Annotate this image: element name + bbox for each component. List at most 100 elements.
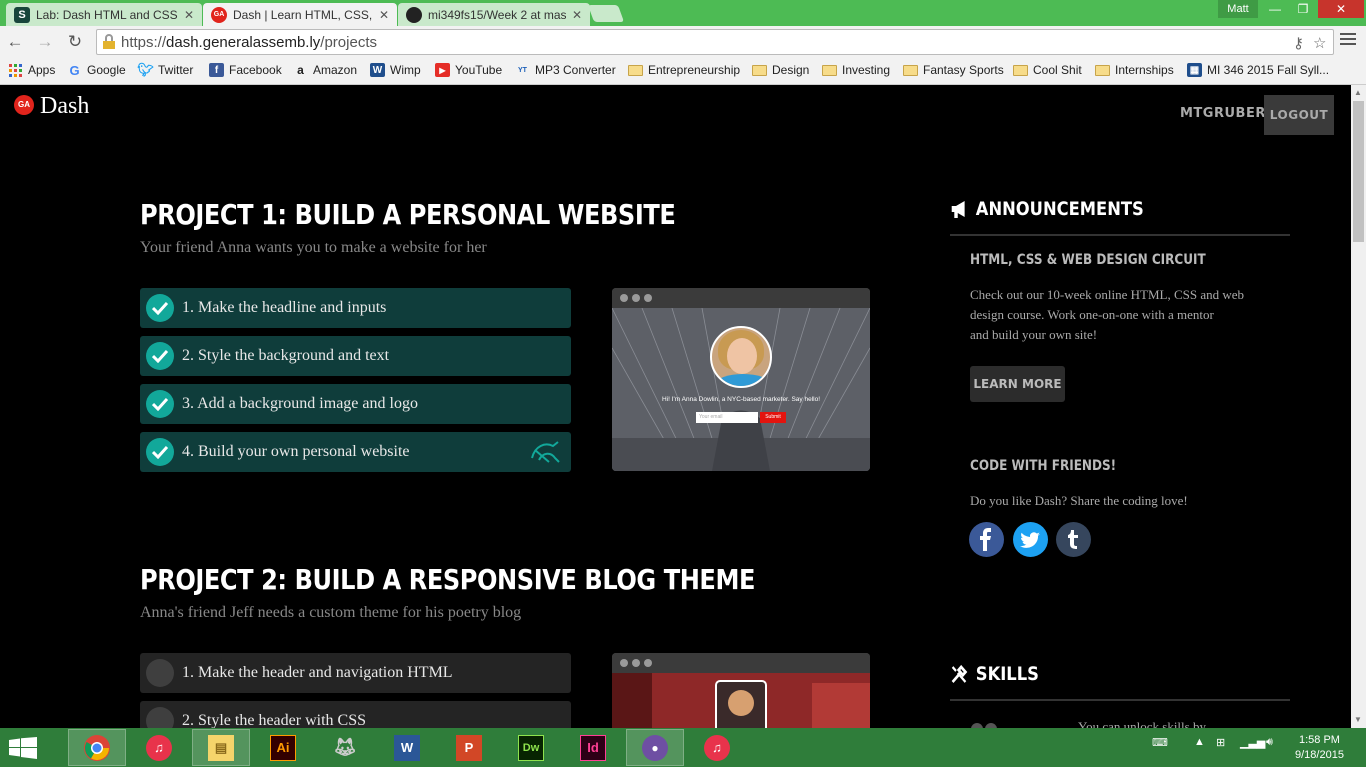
close-icon[interactable]: ✕ (572, 8, 582, 22)
scroll-up-icon[interactable]: ▲ (1354, 88, 1362, 97)
address-bar[interactable]: https://dash.generalassemb.ly/projects ⚷… (96, 29, 1334, 55)
project-1-step-4[interactable]: 4. Build your own personal website (140, 432, 571, 472)
amazon-icon: a (297, 63, 304, 77)
project-1-preview[interactable]: Hi! I'm Anna Dowlin, a NYC-based markete… (612, 288, 870, 471)
bookmark-wimp[interactable]: W Wimp (370, 63, 421, 77)
close-icon[interactable]: ✕ (184, 8, 194, 22)
twitter-icon: 🐦︎ (137, 62, 154, 77)
scroll-thumb[interactable] (1353, 101, 1364, 242)
new-tab-button[interactable] (587, 5, 625, 22)
bookmark-mp3-converter[interactable]: YT MP3 Converter (515, 63, 616, 77)
tab-dash[interactable]: GA Dash | Learn HTML, CSS, J ✕ (203, 3, 397, 26)
bookmark-twitter[interactable]: 🐦︎ Twitter (137, 62, 193, 77)
bookmark-apps[interactable]: Apps (8, 63, 55, 77)
bookmark-folder[interactable]: Design (752, 63, 809, 77)
keyboard-icon[interactable]: ⌨ (1152, 736, 1168, 749)
tab-strip: S Lab: Dash HTML and CSS ✕ GA Dash | Lea… (0, 0, 1366, 26)
taskbar-chrome[interactable] (68, 729, 126, 766)
code-with-friends-heading: CODE WITH FRIENDS! (970, 458, 1117, 474)
key-icon[interactable]: ⚷ (1293, 34, 1304, 52)
project-1-subtitle: Your friend Anna wants you to make a web… (140, 239, 487, 256)
project-1-step-1[interactable]: 1. Make the headline and inputs (140, 288, 571, 328)
show-hidden-icons[interactable]: ▲ (1194, 736, 1205, 748)
minimize-button[interactable]: — (1262, 0, 1288, 18)
bookmark-folder[interactable]: Fantasy Sports (903, 63, 1004, 77)
reload-button[interactable]: ↻ (64, 32, 86, 52)
taskbar-indesign[interactable]: Id (564, 729, 622, 766)
taskbar-file-explorer[interactable]: ▤ (192, 729, 250, 766)
bookmark-amazon[interactable]: a Amazon (293, 63, 357, 77)
username[interactable]: MTGRUBER9 (1180, 106, 1275, 121)
facebook-share-button[interactable] (969, 522, 1004, 557)
taskbar-itunes[interactable]: ♫ (130, 729, 188, 766)
learn-more-button[interactable]: LEARN MORE (970, 366, 1065, 402)
youtube-icon: ▶ (435, 63, 450, 77)
checkmark-icon (146, 390, 174, 418)
announcement-text: Check out our 10-week online HTML, CSS a… (970, 287, 1245, 342)
project-2-subtitle: Anna's friend Jeff needs a custom theme … (140, 604, 522, 621)
browser-toolbar: ← → ↻ https://dash.generalassemb.ly/proj… (0, 26, 1366, 58)
project-1-title: PROJECT 1: BUILD A PERSONAL WEBSITE (140, 198, 676, 231)
close-icon[interactable]: ✕ (379, 8, 389, 22)
project-2-preview[interactable] (612, 653, 870, 728)
tab-title: mi349fs15/Week 2 at mas (428, 7, 566, 22)
word-icon: W (394, 734, 420, 761)
windows-start-icon[interactable] (8, 737, 38, 759)
bookmark-label: Cool Shit (1033, 63, 1082, 77)
bookmark-google[interactable]: G Google (67, 63, 125, 78)
project-2-step-1[interactable]: 1. Make the header and navigation HTML (140, 653, 571, 693)
github-icon (406, 6, 422, 23)
back-button[interactable]: ← (4, 32, 26, 52)
bookmark-label: Amazon (313, 63, 358, 77)
volume-icon[interactable]: 🔊︎ (1266, 736, 1273, 749)
ga-logo[interactable]: GA (14, 95, 34, 115)
bookmark-label: Facebook (229, 63, 282, 77)
brand-name[interactable]: Dash (40, 93, 89, 120)
maximize-button[interactable]: ❐ (1290, 0, 1316, 18)
scroll-down-icon[interactable]: ▼ (1354, 715, 1362, 724)
network-icon[interactable]: ▁▃▅ (1240, 736, 1265, 749)
spartan-s-icon: S (14, 6, 30, 23)
taskbar-illustrator[interactable]: Ai (254, 729, 312, 766)
bookmark-youtube[interactable]: ▶ YouTube (435, 63, 502, 77)
tab-github[interactable]: mi349fs15/Week 2 at mas ✕ (398, 3, 590, 26)
bookmark-facebook[interactable]: f Facebook (209, 63, 282, 77)
project-2-step-2[interactable]: 2. Style the header with CSS (140, 701, 571, 728)
profile-photo (710, 326, 772, 388)
windows-flag-icon[interactable]: ⊞ (1216, 736, 1225, 749)
star-icon[interactable]: ☆ (1313, 34, 1326, 52)
system-clock[interactable]: 1:58 PM 9/18/2015 (1295, 733, 1344, 763)
bookmark-folder[interactable]: Investing (822, 63, 890, 77)
project-1-step-2[interactable]: 2. Style the background and text (140, 336, 571, 376)
window-bar (612, 288, 870, 308)
github-desktop-icon: ● (642, 734, 668, 761)
taskbar-github-desktop[interactable]: ● (626, 729, 684, 766)
bookmark-folder[interactable]: Cool Shit (1013, 63, 1082, 77)
twitter-share-button[interactable] (1013, 522, 1048, 557)
bookmark-syllabus[interactable]: ▦ MI 346 2015 Fall Syll... (1187, 63, 1329, 77)
itunes-icon: ♫ (704, 734, 730, 761)
logout-button[interactable]: LOGOUT (1264, 95, 1334, 135)
tumblr-share-button[interactable] (1056, 522, 1091, 557)
bookmark-label: YouTube (455, 63, 503, 77)
wimp-icon: W (370, 63, 385, 77)
tab-lab-dash[interactable]: S Lab: Dash HTML and CSS ✕ (6, 3, 202, 26)
taskbar-powerpoint[interactable]: P (440, 729, 498, 766)
close-window-button[interactable]: ✕ (1318, 0, 1364, 18)
taskbar-word[interactable]: W (378, 729, 436, 766)
project-1-step-3[interactable]: 3. Add a background image and logo (140, 384, 571, 424)
taskbar-itunes-2[interactable]: ♫ (688, 729, 746, 766)
bookmark-label: Internships (1115, 63, 1174, 77)
preview-headline: Hi! I'm Anna Dowlin, a NYC-based markete… (661, 396, 821, 403)
checkmark-icon (146, 342, 174, 370)
bookmark-folder[interactable]: Entrepreneurship (628, 63, 740, 77)
taskbar-dreamweaver[interactable]: Dw (502, 729, 560, 766)
profile-button[interactable]: Matt (1218, 0, 1258, 18)
taskbar-gimp[interactable]: 🦊︎ (316, 729, 374, 766)
page-scrollbar[interactable]: ▲ ▼ (1351, 85, 1366, 728)
checkmark-icon (146, 438, 174, 466)
menu-icon[interactable] (1340, 33, 1356, 49)
facebook-icon: f (209, 63, 224, 77)
forward-button[interactable]: → (34, 32, 56, 52)
bookmark-folder[interactable]: Internships (1095, 63, 1174, 77)
